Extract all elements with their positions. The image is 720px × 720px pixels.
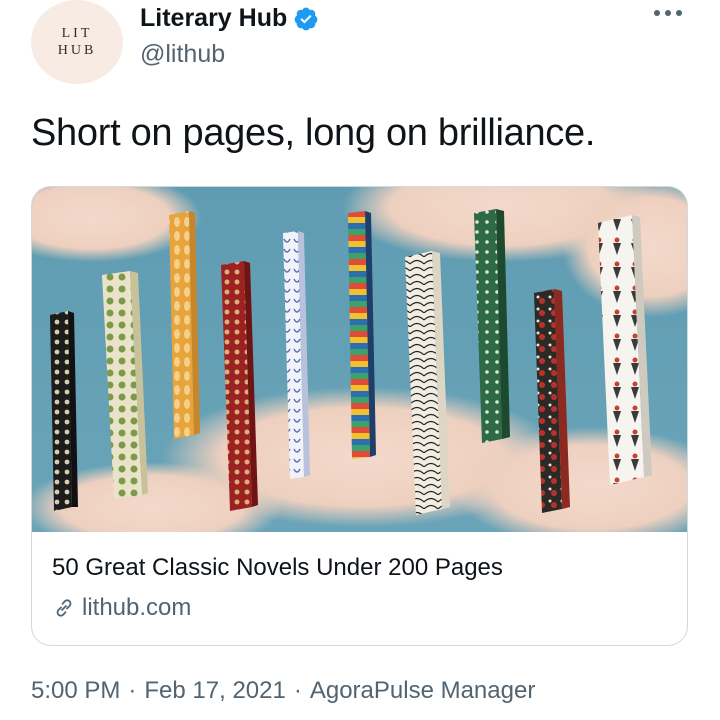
author-handle[interactable]: @lithub [140,40,225,69]
verified-badge-icon [294,7,318,30]
meta-separator: · [293,677,302,704]
book-spine [169,211,200,439]
book-spine [50,311,78,511]
more-options-icon[interactable] [654,10,682,16]
avatar-text-line2: HUB [57,43,97,58]
tweet-text: Short on pages, long on brilliance. [31,112,596,154]
tweet-date[interactable]: Feb 17, 2021 [144,677,285,705]
author-name-row: Literary Hub [140,4,319,33]
meta-separator: · [128,677,137,704]
avatar[interactable]: LIT HUB [31,0,123,84]
tweet-meta: 5:00 PM · Feb 17, 2021 · AgoraPulse Mana… [31,677,535,705]
card-title[interactable]: 50 Great Classic Novels Under 200 Pages [52,554,503,582]
tweet-source[interactable]: AgoraPulse Manager [310,677,535,705]
card-domain[interactable]: lithub.com [52,594,191,622]
card-domain-text: lithub.com [82,594,192,621]
author-display-name[interactable]: Literary Hub [140,4,287,33]
more-dot [665,10,671,16]
card-image[interactable] [32,187,688,532]
link-card[interactable]: 50 Great Classic Novels Under 200 Pages … [31,186,688,646]
more-dot [654,10,660,16]
more-dot [676,10,682,16]
tweet-time[interactable]: 5:00 PM [31,677,120,705]
link-icon [56,599,72,617]
avatar-text-line1: LIT [61,26,93,41]
